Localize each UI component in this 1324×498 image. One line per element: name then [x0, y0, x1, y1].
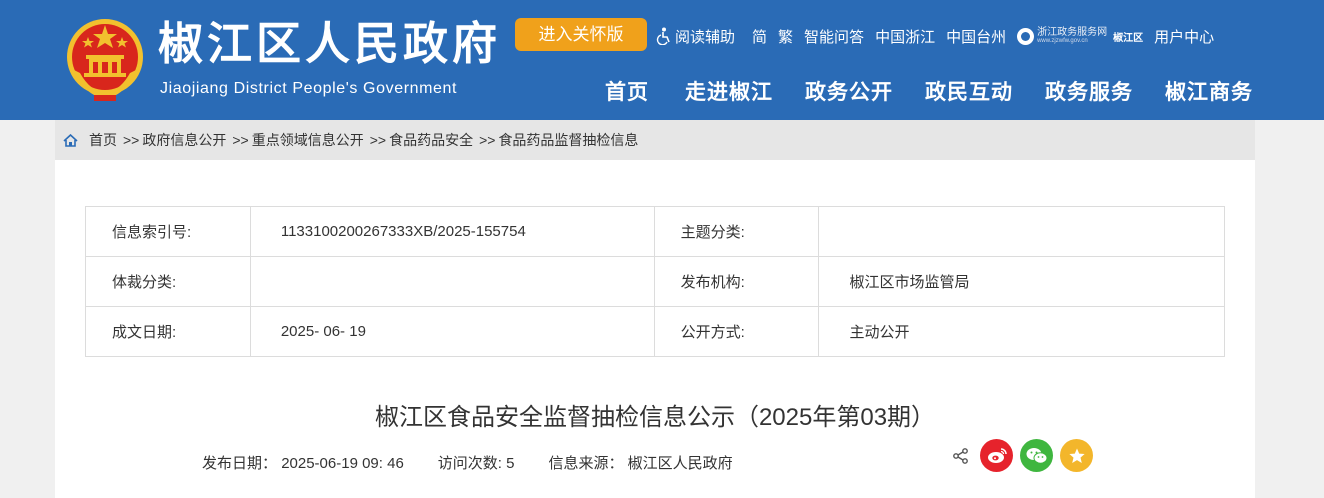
genre-value [249, 256, 655, 307]
genre-label: 体裁分类: [85, 256, 251, 307]
main-nav: 首页 走进椒江 政务公开 政民互动 政务服务 椒江商务 [0, 76, 1324, 106]
nav-home[interactable]: 首页 [605, 76, 649, 106]
favorite-icon [1068, 448, 1085, 463]
china-taizhou-link[interactable]: 中国台州 [946, 26, 1006, 47]
main-content: 信息索引号: 1133100200267333XB/2025-155754 主题… [55, 160, 1255, 498]
date-value: 2025- 06- 19 [249, 306, 655, 357]
share-bar [952, 439, 1100, 472]
zhejiang-service-logo[interactable]: 浙江政务服务网 www.zjzwfw.gov.cn [1017, 27, 1107, 45]
info-source: 信息来源： 椒江区人民政府 [548, 452, 732, 473]
home-icon[interactable] [63, 133, 78, 147]
nav-government-affairs[interactable]: 政务公开 [805, 76, 893, 106]
breadcrumb-separator: >> [232, 132, 249, 148]
table-row: 信息索引号: 1133100200267333XB/2025-155754 主题… [85, 206, 1225, 257]
care-version-button[interactable]: 进入关怀版 [515, 18, 647, 51]
visit-count-label: 访问次数: [437, 455, 502, 472]
nav-interaction[interactable]: 政民互动 [925, 76, 1013, 106]
site-header: 椒江区人民政府 Jiaojiang District People's Gove… [0, 0, 1324, 120]
date-label: 成文日期: [85, 306, 251, 357]
breadcrumb-separator: >> [123, 132, 140, 148]
article-title: 椒江区食品安全监督抽检信息公示（2025年第03期） [374, 404, 936, 431]
topic-value [818, 206, 1225, 257]
site-title: 椒江区人民政府 [158, 17, 502, 70]
publish-date-label: 发布日期： [202, 455, 278, 472]
favorite-button[interactable] [1060, 439, 1093, 472]
article-meta: 发布日期： 2025-06-19 09: 46 访问次数: 5 信息来源： 椒江… [202, 452, 767, 473]
info-meta-table: 信息索引号: 1133100200267333XB/2025-155754 主题… [85, 206, 1225, 357]
accessibility-icon [656, 27, 670, 45]
nav-services[interactable]: 政务服务 [1045, 76, 1133, 106]
table-row: 成文日期: 2025- 06- 19 公开方式: 主动公开 [85, 306, 1225, 357]
nav-about-jiaojiang[interactable]: 走进椒江 [685, 76, 773, 106]
china-zhejiang-link[interactable]: 中国浙江 [875, 26, 935, 47]
wechat-icon [1026, 447, 1047, 464]
reading-assist-label: 阅读辅助 [675, 28, 736, 46]
publish-date-value: 2025-06-19 09: 46 [281, 455, 404, 472]
nav-commerce[interactable]: 椒江商务 [1165, 76, 1253, 106]
zhejiang-service-icon [1017, 27, 1035, 45]
zhejiang-service-url: www.zjzwfw.gov.cn [1037, 38, 1088, 44]
weibo-icon [987, 448, 1007, 463]
weibo-share-button[interactable] [980, 439, 1013, 472]
zhejiang-service-name: 浙江政务服务网 [1037, 27, 1108, 38]
simplified-chinese-link[interactable]: 简 [752, 26, 767, 47]
jiaojiang-short-link[interactable]: 椒江区 [1113, 29, 1143, 44]
topic-label: 主题分类: [653, 206, 820, 257]
index-label: 信息索引号: [85, 206, 251, 257]
open-mode-value: 主动公开 [818, 306, 1225, 357]
publisher-label: 发布机构: [653, 256, 820, 307]
info-source-value: 椒江区人民政府 [627, 455, 733, 472]
index-value: 1133100200267333XB/2025-155754 [249, 206, 655, 257]
breadcrumb-key-areas[interactable]: 重点领域信息公开 [252, 130, 364, 150]
smart-qa-link[interactable]: 智能问答 [804, 26, 864, 47]
breadcrumb-gov-info[interactable]: 政府信息公开 [142, 130, 226, 150]
publish-date: 发布日期： 2025-06-19 09: 46 [202, 452, 404, 473]
reading-assist-link[interactable]: 阅读辅助 [656, 26, 735, 47]
table-row: 体裁分类: 发布机构: 椒江区市场监管局 [85, 256, 1225, 307]
share-icon[interactable] [952, 447, 970, 465]
wechat-share-button[interactable] [1020, 439, 1053, 472]
breadcrumb-food-drug-safety[interactable]: 食品药品安全 [389, 130, 473, 150]
open-mode-label: 公开方式: [653, 306, 820, 357]
visit-count-value: 5 [506, 455, 515, 472]
visit-count: 访问次数: 5 [438, 452, 515, 473]
breadcrumb: 首页 >> 政府信息公开 >> 重点领域信息公开 >> 食品药品安全 >> 食品… [55, 120, 1255, 160]
traditional-chinese-link[interactable]: 繁 [778, 26, 793, 47]
breadcrumb-inspection-info[interactable]: 食品药品监督抽检信息 [498, 130, 638, 150]
breadcrumb-separator: >> [369, 132, 387, 148]
info-source-label: 信息来源： [548, 455, 624, 472]
breadcrumb-home[interactable]: 首页 [89, 130, 117, 150]
publisher-value: 椒江区市场监管局 [818, 256, 1225, 307]
breadcrumb-separator: >> [479, 132, 496, 148]
user-center-link[interactable]: 用户中心 [1154, 26, 1214, 47]
top-links: 阅读辅助 简 繁 智能问答 中国浙江 中国台州 浙江政务服务网 www.zjzw… [656, 24, 1214, 48]
